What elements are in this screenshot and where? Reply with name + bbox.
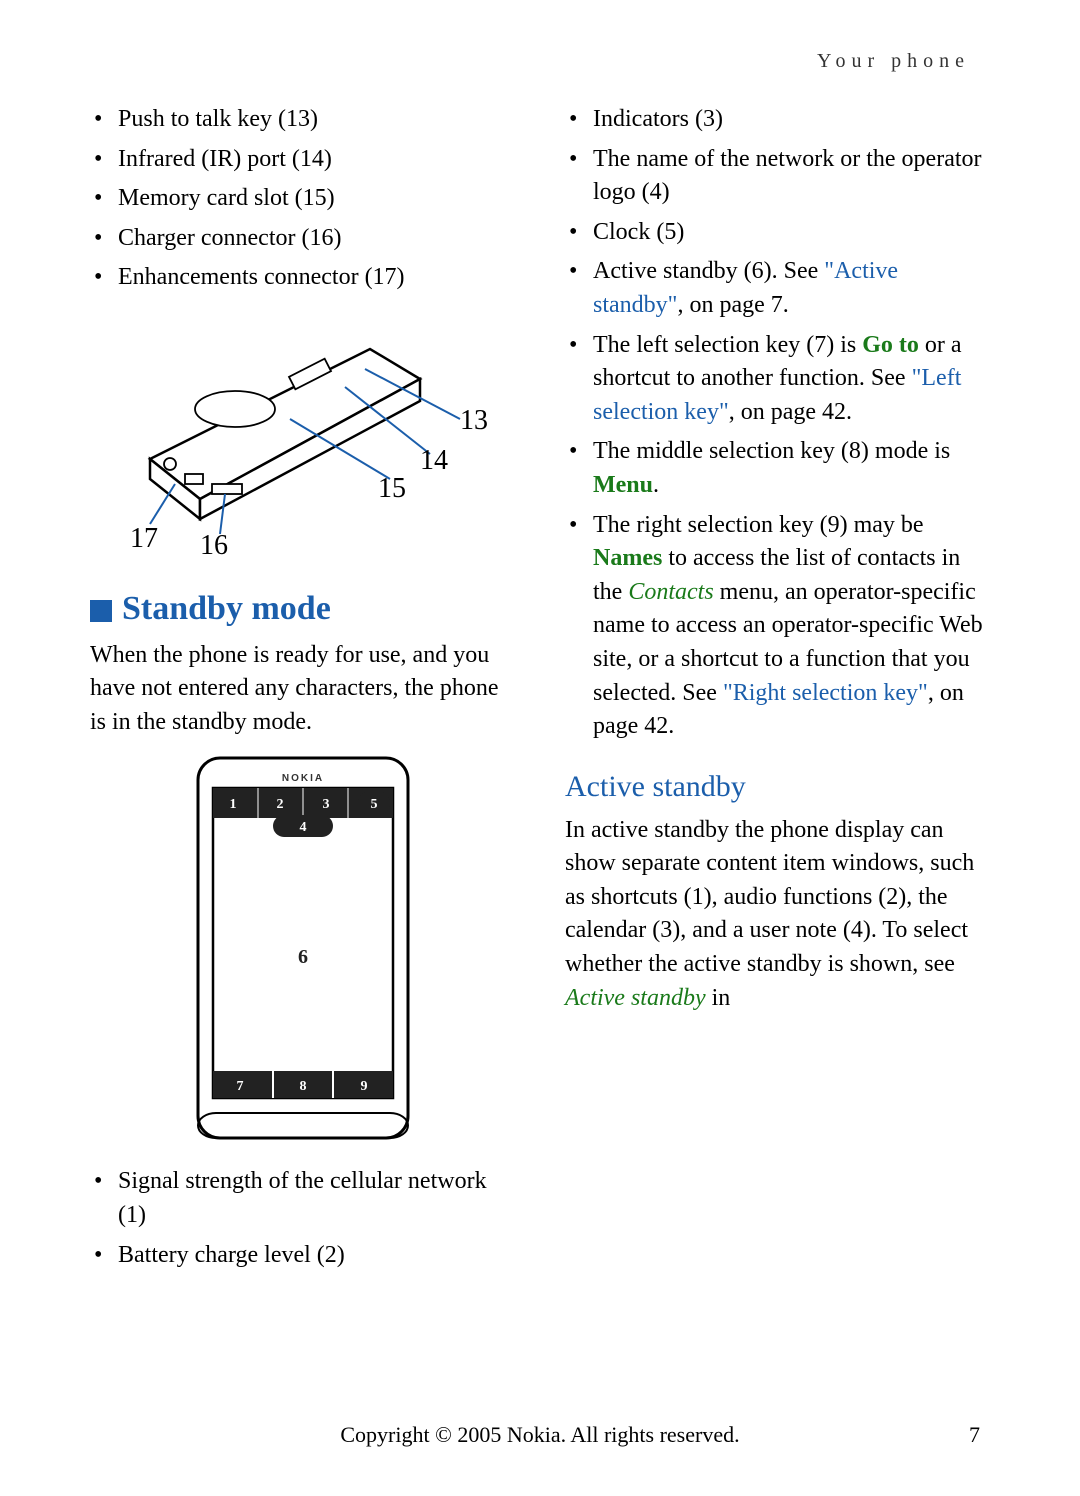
active-standby-heading: Active standby	[565, 766, 990, 808]
screen-callout-2: 2	[276, 797, 283, 812]
callout-13: 13	[460, 405, 488, 436]
phone-side-illustration: 13 14 15 16 17	[90, 309, 500, 559]
emphasis-goto: Go to	[862, 332, 919, 358]
screen-items-list-left: Signal strength of the cellular network …	[90, 1165, 515, 1272]
callout-14: 14	[420, 445, 448, 476]
text-run: The left selection key (7) is	[593, 332, 862, 358]
phone-side-figure: 13 14 15 16 17	[90, 309, 515, 559]
text-run: In active standby the phone display can …	[565, 817, 974, 977]
screen-items-list-right: Indicators (3) The name of the network o…	[565, 103, 990, 744]
page-number: 7	[969, 1422, 980, 1448]
list-item: The middle selection key (8) mode is Men…	[565, 435, 990, 502]
emphasis-active-standby: Active standby	[565, 985, 706, 1011]
callout-17: 17	[130, 523, 158, 554]
list-item: Enhancements connector (17)	[90, 261, 515, 295]
phone-front-figure: NOKIA	[178, 753, 428, 1153]
text-run: in	[706, 985, 731, 1011]
link-right-selection-key[interactable]: "Right selection key"	[723, 680, 928, 706]
list-item: Signal strength of the cellular network …	[90, 1165, 515, 1232]
standby-mode-heading-row: Standby mode	[90, 585, 515, 633]
text-run: , on page 42.	[729, 399, 852, 425]
section-square-icon	[90, 600, 112, 622]
list-item: Active standby (6). See "Active standby"…	[565, 255, 990, 322]
page-footer: Copyright © 2005 Nokia. All rights reser…	[0, 1422, 1080, 1448]
list-item: The right selection key (9) may be Names…	[565, 509, 990, 744]
screen-callout-5: 5	[370, 797, 377, 812]
list-item: Clock (5)	[565, 216, 990, 250]
page-container: Your phone Push to talk key (13) Infrare…	[0, 0, 1080, 1496]
screen-callout-9: 9	[360, 1079, 367, 1094]
screen-callout-8: 8	[299, 1079, 306, 1094]
list-item: Battery charge level (2)	[90, 1239, 515, 1273]
list-item: The name of the network or the operator …	[565, 143, 990, 210]
emphasis-menu: Menu	[593, 472, 653, 498]
standby-intro-paragraph: When the phone is ready for use, and you…	[90, 639, 515, 740]
list-item: Charger connector (16)	[90, 222, 515, 256]
active-standby-paragraph: In active standby the phone display can …	[565, 814, 990, 1016]
parts-list-top: Push to talk key (13) Infrared (IR) port…	[90, 103, 515, 295]
text-run: , on page 7.	[677, 292, 788, 318]
standby-mode-heading: Standby mode	[122, 585, 331, 633]
text-run: The middle selection key (8) mode is	[593, 438, 950, 464]
callout-16: 16	[200, 530, 228, 559]
phone-brand-label: NOKIA	[281, 773, 323, 784]
screen-callout-3: 3	[322, 797, 329, 812]
right-column: Indicators (3) The name of the network o…	[565, 103, 990, 1278]
two-column-layout: Push to talk key (13) Infrared (IR) port…	[90, 103, 990, 1278]
text-run: The right selection key (9) may be	[593, 512, 924, 538]
emphasis-contacts: Contacts	[628, 579, 713, 605]
text-run: .	[653, 472, 659, 498]
list-item: Infrared (IR) port (14)	[90, 143, 515, 177]
list-item: The left selection key (7) is Go to or a…	[565, 329, 990, 430]
screen-callout-6: 6	[298, 946, 308, 968]
running-header: Your phone	[90, 50, 990, 73]
phone-front-illustration: NOKIA	[178, 753, 428, 1153]
left-column: Push to talk key (13) Infrared (IR) port…	[90, 103, 515, 1278]
text-run: Active standby (6). See	[593, 258, 824, 284]
list-item: Indicators (3)	[565, 103, 990, 137]
screen-callout-7: 7	[236, 1079, 243, 1094]
emphasis-names: Names	[593, 545, 662, 571]
list-item: Memory card slot (15)	[90, 182, 515, 216]
screen-callout-1: 1	[229, 797, 236, 812]
callout-15: 15	[378, 473, 406, 504]
screen-callout-4: 4	[299, 820, 306, 835]
list-item: Push to talk key (13)	[90, 103, 515, 137]
